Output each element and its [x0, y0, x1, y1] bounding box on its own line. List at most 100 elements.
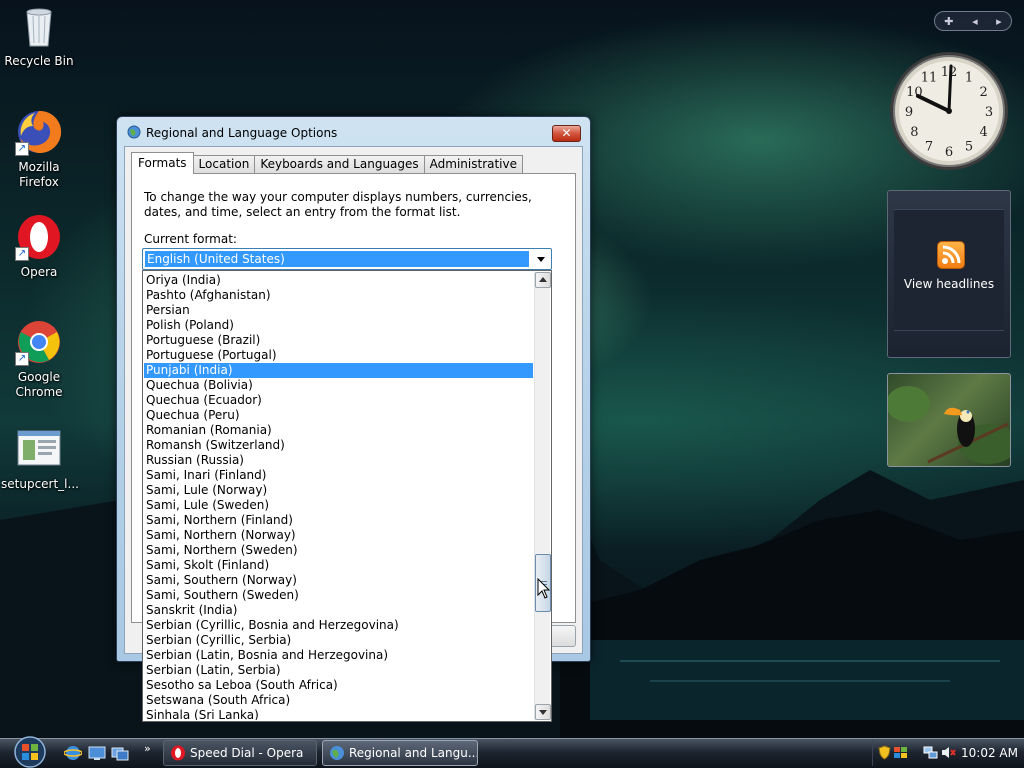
format-list-item[interactable]: Quechua (Peru) [144, 408, 533, 423]
taskbar [0, 738, 1024, 768]
volume-muted-icon[interactable] [941, 745, 956, 760]
format-list-item[interactable]: Serbian (Cyrillic, Serbia) [144, 633, 533, 648]
dropdown-arrow-icon[interactable] [535, 253, 547, 265]
desktop-icon-chrome[interactable]: ↗ Google Chrome [1, 318, 77, 400]
list-scrollbar[interactable] [534, 272, 551, 720]
clock-gadget[interactable]: 12 1234567891011 [888, 50, 1010, 172]
taskbar-button-label: Speed Dial - Opera [190, 746, 304, 760]
opera-icon [171, 745, 185, 761]
add-gadget-icon[interactable]: ✚ [944, 15, 953, 28]
slideshow-gadget[interactable] [887, 373, 1011, 467]
format-list-item[interactable]: Russian (Russia) [144, 453, 533, 468]
shortcut-arrow-icon: ↗ [15, 352, 29, 366]
clock-number: 4 [979, 125, 987, 140]
format-list-item[interactable]: Sami, Northern (Finland) [144, 513, 533, 528]
format-list-item[interactable]: Punjabi (India) [144, 363, 533, 378]
toucan-photo [888, 386, 1010, 464]
format-list-item[interactable]: Sami, Lule (Norway) [144, 483, 533, 498]
tab-keyboards-languages[interactable]: Keyboards and Languages [254, 155, 425, 174]
previous-gadget-icon[interactable]: ◂ [972, 15, 978, 28]
clock-number: 11 [921, 70, 938, 85]
format-list-item[interactable]: Pashto (Afghanistan) [144, 288, 533, 303]
format-list-item[interactable]: Persian [144, 303, 533, 318]
format-list-item[interactable]: Quechua (Bolivia) [144, 378, 533, 393]
current-format-value: English (United States) [145, 251, 529, 267]
tab-strip: Formats Location Keyboards and Languages… [131, 152, 524, 174]
format-list-item[interactable]: Serbian (Cyrillic, Bosnia and Herzegovin… [144, 618, 533, 633]
format-list-item[interactable]: Sami, Lule (Sweden) [144, 498, 533, 513]
format-list-item[interactable]: Romansh (Switzerland) [144, 438, 533, 453]
format-list-item[interactable]: Sanskrit (India) [144, 603, 533, 618]
format-dropdown-list[interactable]: Oriya (India) Pashto (Afghanistan) Persian… [142, 270, 552, 722]
clock-number: 1 [965, 70, 973, 85]
taskbar-button-opera[interactable]: Speed Dial - Opera [163, 740, 317, 766]
taskbar-button-regional[interactable]: Regional and Langu... [322, 740, 478, 766]
format-list-item[interactable]: Polish (Poland) [144, 318, 533, 333]
taskbar-clock[interactable]: 10:02 AM [961, 746, 1018, 760]
network-icon[interactable] [923, 745, 938, 760]
clock-number: 8 [910, 125, 918, 140]
format-list-item[interactable]: Romanian (Romania) [144, 423, 533, 438]
desktop-icon-label: Mozilla Firefox [18, 160, 60, 189]
mouse-cursor-icon [537, 578, 551, 599]
dialog-title: Regional and Language Options [146, 126, 338, 140]
desktop-icon-label: setupcert_l... [1, 477, 79, 491]
document-icon [15, 425, 63, 473]
tab-administrative[interactable]: Administrative [423, 155, 524, 174]
desktop-icon-opera[interactable]: ↗ Opera [1, 213, 77, 280]
firefox-icon: ↗ [15, 108, 63, 156]
feed-headlines-gadget[interactable]: View headlines [887, 190, 1011, 358]
scroll-up-button[interactable] [535, 272, 551, 288]
switch-windows-icon[interactable] [111, 744, 129, 762]
format-list-item[interactable]: Serbian (Latin, Serbia) [144, 663, 533, 678]
format-list-item[interactable]: Sami, Southern (Sweden) [144, 588, 533, 603]
security-shield-icon[interactable] [877, 745, 892, 760]
clock-number: 2 [979, 85, 987, 100]
clock-number: 5 [965, 140, 973, 155]
format-list-item[interactable]: Portuguese (Brazil) [144, 333, 533, 348]
internet-explorer-icon[interactable] [64, 744, 82, 762]
close-button[interactable]: ✕ [552, 125, 581, 142]
system-tray: 10:02 AM [872, 740, 1022, 766]
scroll-down-button[interactable] [535, 704, 551, 720]
shortcut-arrow-icon: ↗ [15, 247, 29, 261]
format-list-item[interactable]: Setswana (South Africa) [144, 693, 533, 708]
desktop-icon-label: Opera [20, 265, 58, 279]
opera-icon: ↗ [15, 213, 63, 261]
start-button[interactable] [9, 735, 51, 768]
sidebar-controls: ✚ ◂ ▸ [934, 11, 1012, 31]
globe-icon [127, 125, 141, 139]
desktop-icon-label: Recycle Bin [4, 54, 74, 68]
globe-icon [330, 746, 344, 760]
clock-minute-hand [947, 64, 953, 113]
chrome-icon: ↗ [15, 318, 63, 366]
desktop-icon-firefox[interactable]: ↗ Mozilla Firefox [1, 108, 77, 190]
next-gadget-icon[interactable]: ▸ [996, 15, 1002, 28]
quick-launch-more[interactable]: » [144, 742, 151, 755]
format-list-item[interactable]: Sesotho sa Leboa (South Africa) [144, 678, 533, 693]
tab-location[interactable]: Location [192, 155, 256, 174]
format-list-item[interactable]: Sinhala (Sri Lanka) [144, 708, 533, 720]
format-list-item[interactable]: Sami, Inari (Finland) [144, 468, 533, 483]
desktop-icon-setupcert[interactable]: setupcert_l... [1, 425, 79, 492]
format-list-item[interactable]: Sami, Skolt (Finland) [144, 558, 533, 573]
feed-label: View headlines [903, 277, 995, 291]
clock-number: 7 [925, 140, 933, 155]
format-list-item[interactable]: Serbian (Latin, Bosnia and Herzegovina) [144, 648, 533, 663]
tab-formats[interactable]: Formats [131, 152, 194, 174]
recycle-bin-icon [15, 2, 63, 50]
rss-feed-icon [937, 241, 965, 269]
desktop-icon-recycle-bin[interactable]: Recycle Bin [1, 2, 77, 69]
windows-flag-icon[interactable] [893, 745, 908, 760]
dialog-titlebar[interactable]: Regional and Language Options ✕ [117, 117, 590, 147]
format-list-item[interactable]: Portuguese (Portugal) [144, 348, 533, 363]
format-list-item[interactable]: Sami, Southern (Norway) [144, 573, 533, 588]
chevron-down-icon [539, 710, 547, 715]
show-desktop-icon[interactable] [88, 744, 106, 762]
format-list-item[interactable]: Quechua (Ecuador) [144, 393, 533, 408]
format-list-item[interactable]: Sami, Northern (Sweden) [144, 543, 533, 558]
current-format-combobox[interactable]: English (United States) [142, 248, 552, 270]
format-list-item[interactable]: Oriya (India) [144, 273, 533, 288]
format-list-item[interactable]: Sami, Northern (Norway) [144, 528, 533, 543]
clock-number: 6 [945, 145, 953, 160]
